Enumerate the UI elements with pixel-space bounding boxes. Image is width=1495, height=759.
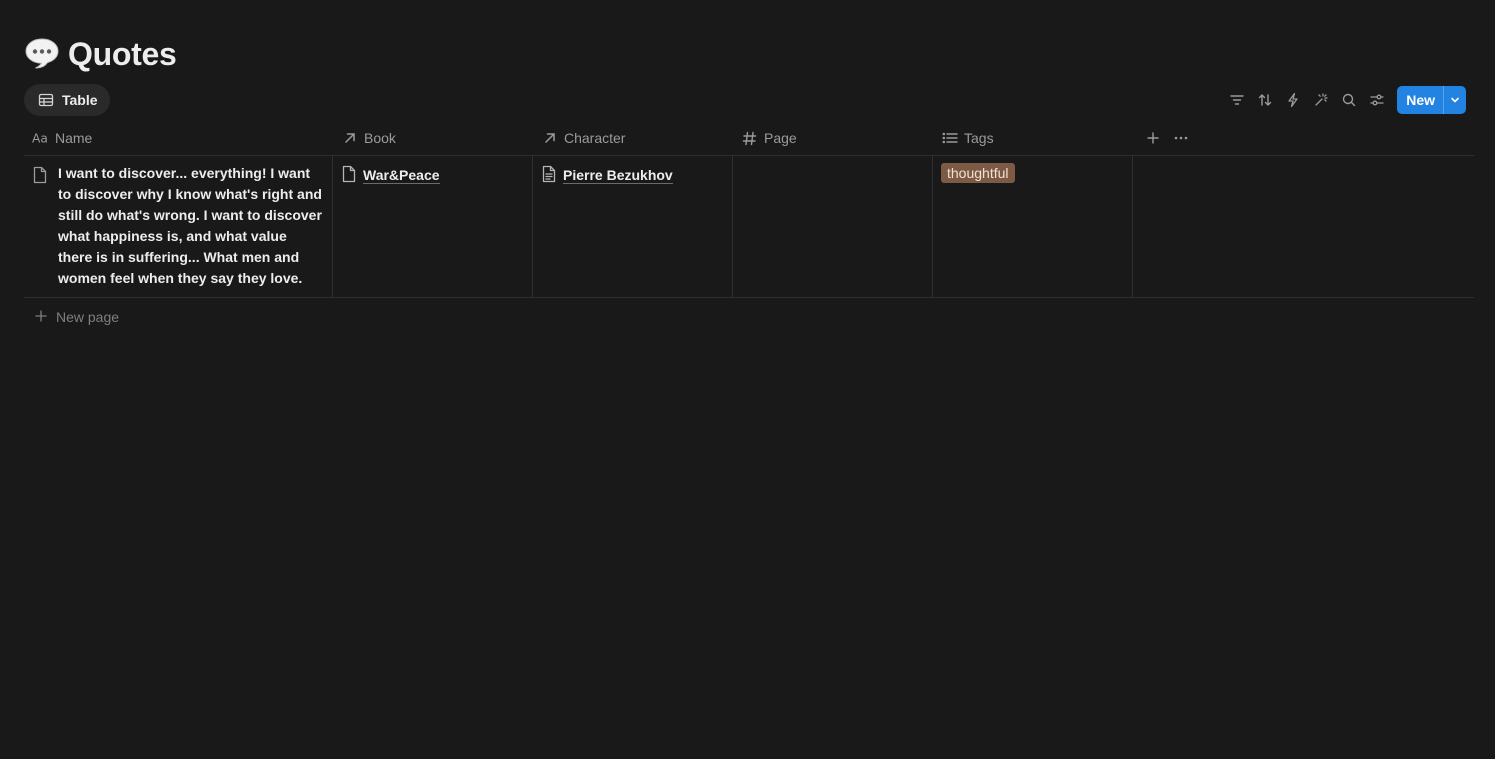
plus-icon (34, 309, 48, 326)
cell-tags[interactable]: thoughtful (933, 156, 1133, 297)
sort-icon[interactable] (1251, 86, 1279, 114)
column-label: Character (564, 130, 626, 146)
search-icon[interactable] (1335, 86, 1363, 114)
relation-link-book[interactable]: War&Peace (363, 167, 440, 184)
tag-badge: thoughtful (941, 163, 1015, 183)
speech-balloon-icon[interactable] (24, 36, 60, 72)
more-options-icon[interactable] (1169, 126, 1193, 150)
chevron-down-icon[interactable] (1444, 86, 1466, 114)
cell-name[interactable]: I want to discover... everything! I want… (24, 156, 333, 297)
column-label: Page (764, 130, 797, 146)
number-hash-icon (741, 130, 758, 147)
column-header-character[interactable]: Character (533, 121, 733, 155)
database-toolbar: New (1223, 86, 1466, 114)
new-page-button[interactable]: New page (24, 298, 1474, 336)
relation-arrow-icon (541, 130, 558, 147)
page-text-doc-icon (541, 165, 557, 186)
ai-sparkle-icon[interactable] (1307, 86, 1335, 114)
column-actions (1133, 121, 1193, 155)
page-doc-icon (32, 164, 50, 289)
svg-text:Aa: Aa (32, 132, 48, 145)
table-row[interactable]: I want to discover... everything! I want… (24, 156, 1474, 298)
automation-icon[interactable] (1279, 86, 1307, 114)
database-page: Quotes Table New Aa Name Book Character … (0, 0, 1495, 759)
filter-icon[interactable] (1223, 86, 1251, 114)
column-label: Tags (964, 130, 994, 146)
settings-icon[interactable] (1363, 86, 1391, 114)
list-icon (941, 130, 958, 147)
page-title[interactable]: Quotes (68, 36, 177, 73)
cell-character[interactable]: Pierre Bezukhov (533, 156, 733, 297)
cell-empty (1133, 156, 1474, 297)
column-header-name[interactable]: Aa Name (24, 121, 333, 155)
column-label: Book (364, 130, 396, 146)
page-header: Quotes (24, 32, 177, 76)
table-header: Aa Name Book Character Page Tags (24, 121, 1474, 156)
column-header-book[interactable]: Book (333, 121, 533, 155)
column-header-tags[interactable]: Tags (933, 121, 1133, 155)
page-doc-icon (341, 165, 357, 186)
relation-link-character[interactable]: Pierre Bezukhov (563, 167, 673, 184)
new-button[interactable]: New (1397, 86, 1443, 114)
cell-page[interactable] (733, 156, 933, 297)
column-header-page[interactable]: Page (733, 121, 933, 155)
database-table: Aa Name Book Character Page Tags I want … (24, 121, 1474, 336)
text-aa-icon: Aa (32, 130, 49, 147)
cell-book[interactable]: War&Peace (333, 156, 533, 297)
row-title[interactable]: I want to discover... everything! I want… (58, 163, 324, 289)
add-column-plus-icon[interactable] (1141, 126, 1165, 150)
view-tab-table[interactable]: Table (24, 84, 110, 116)
new-page-label: New page (56, 309, 120, 325)
new-button-group: New (1397, 86, 1466, 114)
table-icon (38, 92, 54, 108)
column-label: Name (55, 130, 93, 146)
relation-arrow-icon (341, 130, 358, 147)
view-tab-label: Table (62, 92, 98, 108)
